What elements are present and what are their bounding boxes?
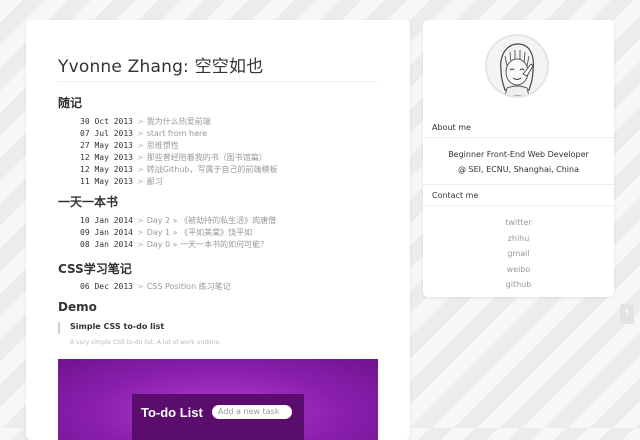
contact-list: twitter zhihu gmail weibo github	[423, 215, 614, 293]
list-item: gmail	[423, 246, 614, 262]
sidebar-card: About me Beginner Front-End Web Develope…	[423, 20, 614, 297]
post-date: 11 May 2013	[80, 177, 133, 186]
list-item: twitter	[423, 215, 614, 231]
contact-link-gmail[interactable]: gmail	[507, 249, 529, 258]
todo-new-task-input[interactable]: Add a new task	[212, 405, 292, 419]
list-item: 11 May 2013 > 鄙习	[80, 176, 277, 188]
post-link[interactable]: start from here	[147, 129, 207, 138]
list-item: 10 Jan 2014 > Day 2 » 《被劫持的私生活》肉唐僧	[80, 215, 276, 227]
post-date: 07 Jul 2013	[80, 129, 133, 138]
list-item: github	[423, 277, 614, 293]
title-divider	[58, 81, 378, 82]
post-separator: >	[137, 153, 144, 162]
post-link[interactable]: Day 0 » 一天一本书的如何可能？	[147, 240, 268, 249]
sidebar-divider	[423, 137, 614, 138]
main-content-card: Yvonne Zhang: 空空如也 随记 30 Oct 2013 > 我为什么热爱…	[26, 20, 410, 440]
back-to-top-button[interactable]: ↑	[620, 304, 634, 324]
demo-item-marker	[58, 322, 60, 334]
post-list-book: 10 Jan 2014 > Day 2 » 《被劫持的私生活》肉唐僧 09 Jan …	[80, 215, 276, 251]
post-link[interactable]: CSS Position 练习笔记	[147, 282, 231, 291]
list-item: 09 Jan 2014 > Day 1 » 《平如美棠》饶平如	[80, 227, 276, 239]
about-me-role: Beginner Front-End Web Developer	[448, 150, 589, 159]
post-link[interactable]: 转战Github，写属于自己的前端模板	[147, 165, 278, 174]
section-title-demo: Demo	[58, 300, 97, 314]
post-link[interactable]: 鄙习	[147, 177, 163, 186]
list-item: 12 May 2013 > 那些曾经陪着我的书（图书馆篇）	[80, 152, 277, 164]
post-separator: >	[137, 216, 144, 225]
list-item: 27 May 2013 > 思维惯性	[80, 140, 277, 152]
about-me-location: @ SEI, ECNU, Shanghai, China	[457, 165, 580, 174]
post-separator: >	[137, 129, 144, 138]
section-title-book: 一天一本书	[58, 195, 119, 209]
todo-preview-panel: To-do List Add a new task	[132, 394, 304, 440]
about-me-label: About me	[432, 123, 471, 132]
post-link[interactable]: 我为什么热爱前端	[147, 117, 211, 126]
demo-item-description: A very simple CSS to-do list. A lot of w…	[70, 339, 222, 346]
contact-link-zhihu[interactable]: zhihu	[508, 234, 530, 243]
todo-preview-title: To-do List	[141, 405, 203, 420]
post-date: 27 May 2013	[80, 141, 133, 150]
post-separator: >	[137, 282, 144, 291]
post-separator: >	[137, 228, 144, 237]
post-date: 12 May 2013	[80, 153, 133, 162]
post-list-notes: 30 Oct 2013 > 我为什么热爱前端 07 Jul 2013 > start f…	[80, 116, 277, 188]
post-list-css: 06 Dec 2013 > CSS Position 练习笔记	[80, 281, 231, 293]
post-separator: >	[137, 141, 144, 150]
section-title-notes: 随记	[58, 96, 83, 110]
list-item: 30 Oct 2013 > 我为什么热爱前端	[80, 116, 277, 128]
list-item: 08 Jan 2014 > Day 0 » 一天一本书的如何可能？	[80, 239, 276, 251]
list-item: 12 May 2013 > 转战Github，写属于自己的前端模板	[80, 164, 277, 176]
sidebar-divider	[423, 205, 614, 206]
post-separator: >	[137, 117, 144, 126]
list-item: 07 Jul 2013 > start from here	[80, 128, 277, 140]
contact-link-weibo[interactable]: weibo	[507, 265, 531, 274]
post-date: 30 Oct 2013	[80, 117, 133, 126]
post-date: 06 Dec 2013	[80, 282, 133, 291]
list-item: weibo	[423, 262, 614, 278]
post-link[interactable]: 那些曾经陪着我的书（图书馆篇）	[147, 153, 267, 162]
demo-item-title[interactable]: Simple CSS to-do list	[70, 322, 164, 331]
sidebar-divider	[423, 184, 614, 185]
site-title[interactable]: Yvonne Zhang: 空空如也	[58, 52, 263, 77]
post-link[interactable]: Day 2 » 《被劫持的私生活》肉唐僧	[147, 216, 276, 225]
avatar	[485, 34, 549, 98]
post-date: 08 Jan 2014	[80, 240, 133, 249]
arrow-up-icon: ↑	[623, 309, 631, 319]
list-item: zhihu	[423, 231, 614, 247]
post-date: 09 Jan 2014	[80, 228, 133, 237]
list-item: 06 Dec 2013 > CSS Position 练习笔记	[80, 281, 231, 293]
contact-link-twitter[interactable]: twitter	[505, 218, 531, 227]
post-date: 12 May 2013	[80, 165, 133, 174]
post-separator: >	[137, 240, 144, 249]
contact-me-label: Contact me	[432, 191, 479, 200]
post-separator: >	[137, 177, 144, 186]
post-link[interactable]: 思维惯性	[147, 141, 179, 150]
avatar-portrait-icon	[487, 36, 547, 96]
contact-link-github[interactable]: github	[506, 280, 532, 289]
section-title-css: CSS学习笔记	[58, 262, 132, 276]
post-date: 10 Jan 2014	[80, 216, 133, 225]
post-link[interactable]: Day 1 » 《平如美棠》饶平如	[147, 228, 252, 237]
post-separator: >	[137, 165, 144, 174]
